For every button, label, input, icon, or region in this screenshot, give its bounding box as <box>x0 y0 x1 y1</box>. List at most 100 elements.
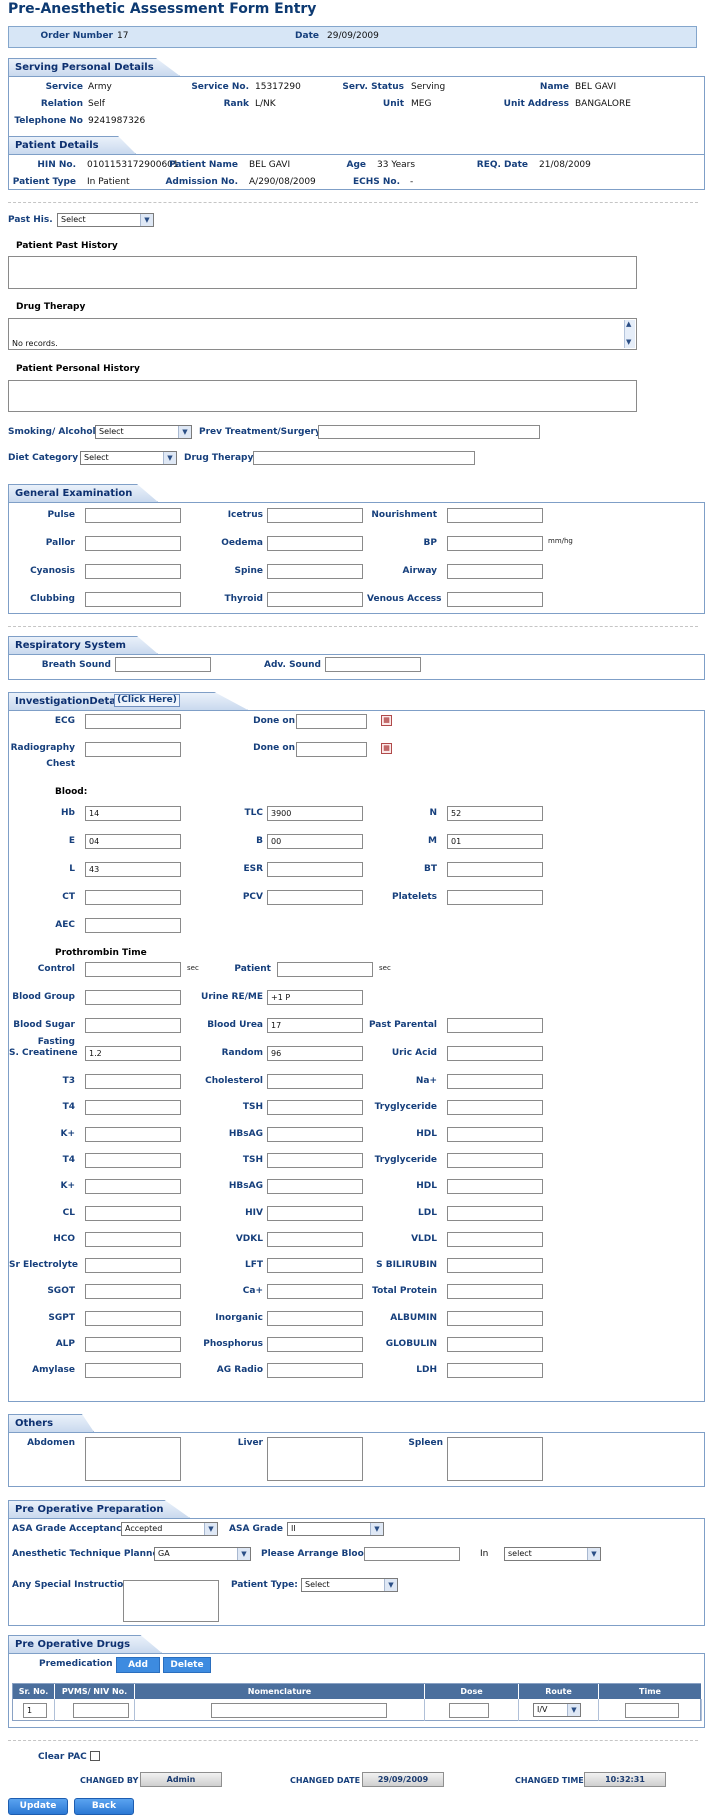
inorganic-input[interactable] <box>267 1310 363 1326</box>
na-input[interactable] <box>447 1074 543 1089</box>
scrollbar[interactable]: ▲ ▼ <box>624 320 635 348</box>
spine-input[interactable] <box>267 564 363 579</box>
icetrus-input[interactable] <box>267 508 363 523</box>
tryglyceride-input[interactable] <box>447 1100 543 1116</box>
tsh-input[interactable] <box>267 1152 363 1168</box>
arrange-blood-input[interactable] <box>364 1547 460 1561</box>
phosphorus-input[interactable] <box>267 1337 363 1352</box>
tlc-input[interactable]: 3900 <box>267 806 363 821</box>
diet-category-select[interactable]: Select ▼ <box>80 451 177 465</box>
random-input[interactable]: 96 <box>267 1046 363 1061</box>
l-input[interactable]: 43 <box>85 862 181 877</box>
update-button[interactable]: Update <box>8 1798 68 1815</box>
lft-input[interactable] <box>267 1258 363 1274</box>
hbsag-input[interactable] <box>267 1126 363 1142</box>
alp-input[interactable] <box>85 1337 181 1352</box>
t3-input[interactable] <box>85 1074 181 1089</box>
e-input[interactable]: 04 <box>85 834 181 849</box>
t4-input[interactable] <box>85 1100 181 1116</box>
sgot-input[interactable] <box>85 1284 181 1300</box>
personal-history-textarea[interactable] <box>8 380 637 412</box>
past-history-textarea[interactable] <box>8 256 637 289</box>
k-input[interactable] <box>85 1126 181 1142</box>
s-creatinene-input[interactable]: 1.2 <box>85 1046 181 1061</box>
blood-sugar-input[interactable] <box>85 1018 181 1033</box>
oedema-input[interactable] <box>267 536 363 551</box>
ldh-input[interactable] <box>447 1363 543 1379</box>
vdkl-input[interactable] <box>267 1231 363 1247</box>
airway-input[interactable] <box>447 564 543 579</box>
hb-input[interactable]: 14 <box>85 806 181 821</box>
hbsag-input[interactable] <box>267 1179 363 1195</box>
tsh-input[interactable] <box>267 1100 363 1116</box>
globulin-input[interactable] <box>447 1337 543 1352</box>
breath-sound-input[interactable] <box>115 657 211 672</box>
amylase-input[interactable] <box>85 1363 181 1379</box>
s-bilirubin-input[interactable] <box>447 1258 543 1274</box>
click-here-link[interactable]: (Click Here) <box>114 694 180 707</box>
blood-unit-select[interactable]: select ▼ <box>504 1547 601 1561</box>
ca-input[interactable] <box>267 1284 363 1300</box>
nourishment-input[interactable] <box>447 508 543 523</box>
add-button[interactable]: Add <box>116 1657 160 1673</box>
dose-input[interactable] <box>449 1703 489 1718</box>
blood-urea-input[interactable]: 17 <box>267 1018 363 1033</box>
hiv-input[interactable] <box>267 1205 363 1221</box>
adv-sound-input[interactable] <box>325 657 421 672</box>
total-protein-input[interactable] <box>447 1284 543 1300</box>
patient-type-select[interactable]: Select ▼ <box>301 1578 398 1592</box>
esr-input[interactable] <box>267 862 363 877</box>
urine-re-me-input[interactable]: +1 P <box>267 990 363 1005</box>
uric-acid-input[interactable] <box>447 1046 543 1061</box>
asa-acceptance-select[interactable]: Accepted ▼ <box>121 1522 218 1536</box>
back-button[interactable]: Back <box>74 1798 134 1815</box>
radiography-input[interactable] <box>85 742 181 757</box>
ecg-done-on-input[interactable] <box>296 714 367 729</box>
scroll-down-icon[interactable]: ▼ <box>626 338 631 346</box>
calendar-icon[interactable]: ▦ <box>381 743 392 754</box>
venous-access-input[interactable] <box>447 592 543 607</box>
ecg-input[interactable] <box>85 714 181 729</box>
past-parental-input[interactable] <box>447 1018 543 1033</box>
sr-electrolyte-input[interactable] <box>85 1258 181 1274</box>
t4-input[interactable] <box>85 1152 181 1168</box>
asa-grade-select[interactable]: II ▼ <box>287 1522 384 1536</box>
thyroid-input[interactable] <box>267 592 363 607</box>
bp-input[interactable] <box>447 536 543 551</box>
smoking-alcohol-select[interactable]: Select ▼ <box>95 425 192 439</box>
pvms-input[interactable] <box>73 1703 129 1718</box>
sgpt-input[interactable] <box>85 1310 181 1326</box>
drug-therapy-list[interactable]: No records. ▲ ▼ <box>8 318 637 350</box>
hdl-input[interactable] <box>447 1126 543 1142</box>
scroll-up-icon[interactable]: ▲ <box>626 320 631 328</box>
cyanosis-input[interactable] <box>85 564 181 579</box>
delete-button[interactable]: Delete <box>163 1657 211 1673</box>
n-input[interactable]: 52 <box>447 806 543 821</box>
pcv-input[interactable] <box>267 890 363 905</box>
clubbing-input[interactable] <box>85 592 181 607</box>
time-input[interactable] <box>625 1703 679 1718</box>
albumin-input[interactable] <box>447 1310 543 1326</box>
drug-therapy-input[interactable] <box>253 451 475 465</box>
vldl-input[interactable] <box>447 1231 543 1247</box>
pallor-input[interactable] <box>85 536 181 551</box>
bt-input[interactable] <box>447 862 543 877</box>
cl-input[interactable] <box>85 1205 181 1221</box>
spleen-textarea[interactable] <box>447 1437 543 1481</box>
route-select[interactable]: I/V ▼ <box>533 1703 581 1717</box>
ct-input[interactable] <box>85 890 181 905</box>
radiography-done-on-input[interactable] <box>296 742 367 757</box>
calendar-icon[interactable]: ▦ <box>381 715 392 726</box>
m-input[interactable]: 01 <box>447 834 543 849</box>
b-input[interactable]: 00 <box>267 834 363 849</box>
tryglyceride-input[interactable] <box>447 1152 543 1168</box>
ldl-input[interactable] <box>447 1205 543 1221</box>
patient-time-input[interactable] <box>277 962 373 977</box>
blood-group-input[interactable] <box>85 990 181 1005</box>
anesthetic-technique-select[interactable]: GA ▼ <box>154 1547 251 1561</box>
ag-radio-input[interactable] <box>267 1363 363 1379</box>
platelets-input[interactable] <box>447 890 543 905</box>
aec-input[interactable] <box>85 918 181 933</box>
pulse-input[interactable] <box>85 508 181 523</box>
past-his-select[interactable]: Select ▼ <box>57 213 154 227</box>
